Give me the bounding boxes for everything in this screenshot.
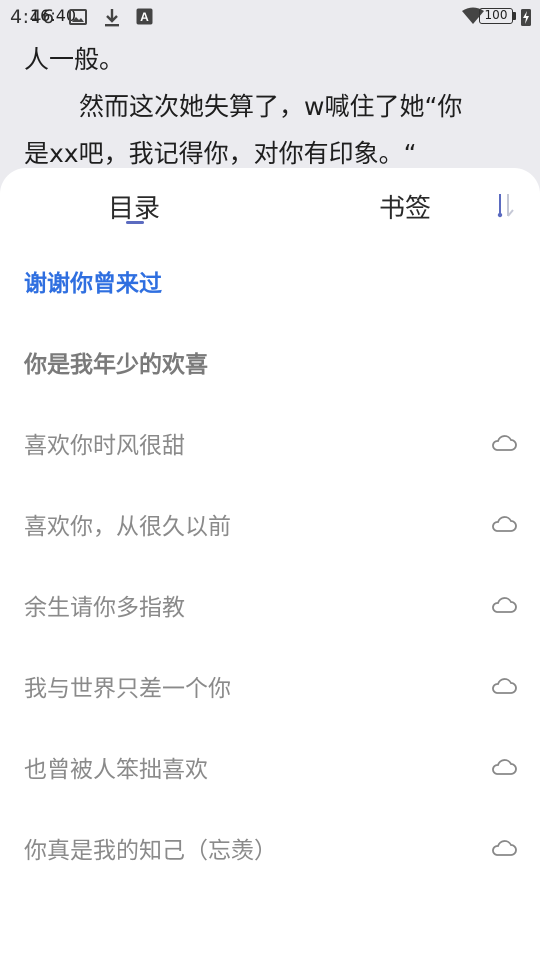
chapter-title: 我与世界只差一个你 <box>24 676 231 702</box>
toc-bottom-sheet: 目录 书签 谢谢你曾来过 你是我年少的欢喜 喜欢你时风很甜 喜欢你，从很久以前 … <box>0 168 540 960</box>
chapter-title: 你是我年少的欢喜 <box>24 352 208 378</box>
chapter-item[interactable]: 你真是我的知己（忘羡） <box>0 807 540 888</box>
font-a-icon: A <box>136 8 153 30</box>
battery-indicator: 100 <box>479 8 513 24</box>
cloud-icon <box>492 597 517 613</box>
cloud-icon <box>492 516 517 532</box>
cloud-icon <box>492 759 517 775</box>
chapter-title: 也曾被人笨拙喜欢 <box>24 757 208 783</box>
cloud-icon <box>492 840 517 856</box>
chapter-list: 谢谢你曾来过 你是我年少的欢喜 喜欢你时风很甜 喜欢你，从很久以前 余生请你多指… <box>0 240 540 888</box>
chapter-title: 喜欢你时风很甜 <box>24 433 185 459</box>
status-bar: 4:46 16:40 A 100 <box>0 0 540 34</box>
sort-icon[interactable] <box>488 188 522 222</box>
reading-content: 人一般。 然而这次她失算了，w喊住了她“你 是xx吧，我记得你，对你有印象。“ <box>24 36 524 177</box>
reading-line: 人一般。 <box>24 45 125 74</box>
battery-tip <box>513 12 516 20</box>
tab-active-indicator <box>126 221 144 224</box>
charging-icon <box>520 7 532 32</box>
cloud-icon <box>492 678 517 694</box>
chapter-item[interactable]: 我与世界只差一个你 <box>0 645 540 726</box>
chapter-item[interactable]: 你是我年少的欢喜 <box>0 321 540 402</box>
chapter-item[interactable]: 喜欢你时风很甜 <box>0 402 540 483</box>
chapter-title: 谢谢你曾来过 <box>24 271 162 297</box>
image-icon <box>69 8 87 31</box>
chapter-title: 余生请你多指教 <box>24 595 185 621</box>
chapter-title: 你真是我的知己（忘羡） <box>24 838 277 864</box>
tab-bookmarks[interactable]: 书签 <box>379 188 431 225</box>
chapter-item-current[interactable]: 谢谢你曾来过 <box>0 240 540 321</box>
tab-contents[interactable]: 目录 <box>108 188 160 225</box>
cloud-icon <box>492 435 517 451</box>
download-icon <box>103 8 121 33</box>
chapter-item[interactable]: 也曾被人笨拙喜欢 <box>0 726 540 807</box>
reader-screen: 4:46 16:40 A 100 人一般。 然而这次她失算了，w喊住了她“你 是… <box>0 0 540 960</box>
chapter-item[interactable]: 余生请你多指教 <box>0 564 540 645</box>
chapter-item[interactable]: 喜欢你，从很久以前 <box>0 483 540 564</box>
reading-line: 然而这次她失算了，w喊住了她“你 <box>79 92 463 121</box>
svg-text:A: A <box>140 10 149 24</box>
chapter-title: 喜欢你，从很久以前 <box>24 514 231 540</box>
